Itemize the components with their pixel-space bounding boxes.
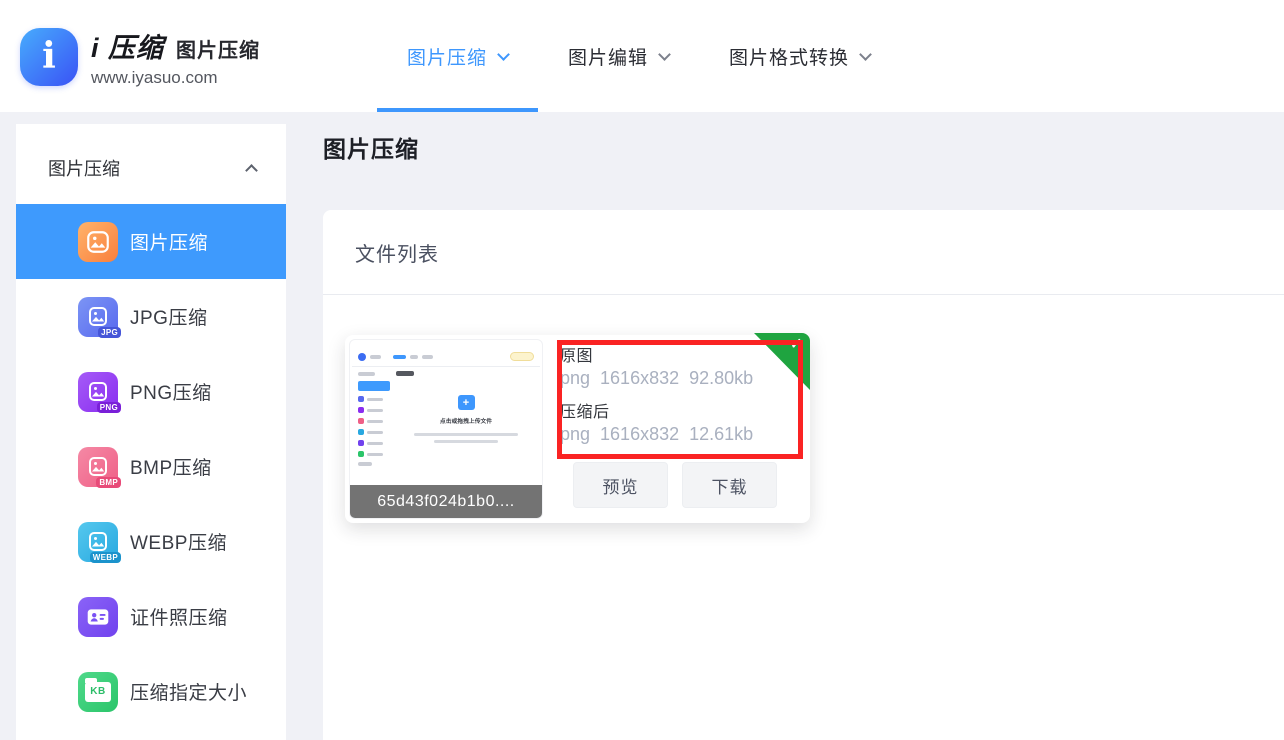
chevron-down-icon xyxy=(658,48,671,61)
chevron-down-icon xyxy=(859,48,872,61)
sidebar-item-label: JPG压缩 xyxy=(130,303,207,330)
sidebar-group-header[interactable]: 图片压缩 xyxy=(16,132,286,204)
mini-logo-icon xyxy=(358,353,366,361)
chevron-down-icon xyxy=(497,48,510,61)
nav-item-label: 图片压缩 xyxy=(407,43,487,70)
sidebar-item-jpg-compress[interactable]: JPG JPG压缩 xyxy=(16,279,286,354)
sidebar-item-label: 证件照压缩 xyxy=(130,603,228,630)
brand-domain: www.iyasuo.com xyxy=(91,68,260,88)
compressed-label: 压缩后 xyxy=(560,398,753,422)
sidebar-item-png-compress[interactable]: PNG PNG压缩 xyxy=(16,354,286,429)
webp-compress-icon: WEBP xyxy=(78,522,118,562)
brand-tagline: 图片压缩 xyxy=(176,34,260,63)
page: i i 压缩 图片压缩 www.iyasuo.com 图片压缩 图片编辑 图片格… xyxy=(0,0,1284,740)
mini-upload-text: 点击或拖拽上传文件 xyxy=(440,416,492,425)
original-info: png 1616x832 92.80kb xyxy=(560,368,753,389)
brand-name: i 压缩 xyxy=(91,26,164,65)
png-badge: PNG xyxy=(97,402,121,413)
brand-logo[interactable]: i i 压缩 图片压缩 www.iyasuo.com xyxy=(20,26,260,88)
sidebar-item-image-compress[interactable]: 图片压缩 xyxy=(16,204,286,279)
file-list-panel: 文件列表 xyxy=(323,210,1284,740)
file-info: 原图 png 1616x832 92.80kb 压缩后 png 1616x832… xyxy=(560,342,753,454)
sidebar-item-label: 图片压缩 xyxy=(130,228,208,255)
nav-item-label: 图片编辑 xyxy=(568,43,648,70)
sidebar-item-webp-compress[interactable]: WEBP WEBP压缩 xyxy=(16,504,286,579)
nav-item-label: 图片格式转换 xyxy=(729,43,849,70)
sidebar-item-label: WEBP压缩 xyxy=(130,528,227,555)
thumbnail-preview: + 点击或拖拽上传文件 xyxy=(352,348,540,480)
kb-folder-icon: KB xyxy=(78,672,118,712)
kb-badge: KB xyxy=(90,686,105,697)
bmp-compress-icon: BMP xyxy=(78,447,118,487)
chevron-up-icon xyxy=(245,164,258,177)
png-compress-icon: PNG xyxy=(78,372,118,412)
id-photo-icon xyxy=(78,597,118,637)
mini-login-button xyxy=(510,352,534,361)
image-compress-icon xyxy=(78,222,118,262)
success-corner-badge: ✓ xyxy=(754,333,810,390)
check-icon: ✓ xyxy=(790,334,803,354)
file-name: 65d43f024b1b0.... xyxy=(350,485,542,518)
mini-upload-plus-icon: + xyxy=(458,395,475,410)
jpg-compress-icon: JPG xyxy=(78,297,118,337)
main-content: 图片压缩 文件列表 xyxy=(323,124,1284,740)
sidebar-item-id-photo-compress[interactable]: 证件照压缩 xyxy=(16,579,286,654)
header: i i 压缩 图片压缩 www.iyasuo.com 图片压缩 图片编辑 图片格… xyxy=(0,0,1284,112)
main-nav: 图片压缩 图片编辑 图片格式转换 xyxy=(377,0,900,112)
logo-icon: i xyxy=(20,28,78,86)
sidebar: 图片压缩 图片压缩 JPG JPG压缩 PNG PNG压缩 xyxy=(16,124,286,740)
download-button[interactable]: 下载 xyxy=(682,462,777,508)
sidebar-item-label: 压缩指定大小 xyxy=(130,678,247,705)
jpg-badge: JPG xyxy=(98,327,121,338)
sidebar-group-title: 图片压缩 xyxy=(48,155,120,181)
file-thumbnail[interactable]: + 点击或拖拽上传文件 65d43f024b1b0.... xyxy=(349,339,543,519)
page-title: 图片压缩 xyxy=(323,130,1284,164)
sidebar-item-compress-to-size[interactable]: KB 压缩指定大小 xyxy=(16,654,286,729)
panel-title: 文件列表 xyxy=(355,238,439,267)
nav-item-image-edit[interactable]: 图片编辑 xyxy=(538,0,699,112)
compressed-info: png 1616x832 12.61kb xyxy=(560,424,753,445)
sidebar-item-bmp-compress[interactable]: BMP BMP压缩 xyxy=(16,429,286,504)
sidebar-item-label: PNG压缩 xyxy=(130,378,212,405)
brand-text: i 压缩 图片压缩 www.iyasuo.com xyxy=(91,26,260,88)
preview-button[interactable]: 预览 xyxy=(573,462,668,508)
logo-letter: i xyxy=(42,38,56,74)
webp-badge: WEBP xyxy=(90,552,121,563)
bmp-badge: BMP xyxy=(96,477,121,488)
sidebar-item-label: BMP压缩 xyxy=(130,453,212,480)
file-card: + 点击或拖拽上传文件 65d43f024b1b0.... ✓ xyxy=(345,335,810,523)
original-label: 原图 xyxy=(560,342,753,366)
nav-item-format-convert[interactable]: 图片格式转换 xyxy=(699,0,900,112)
nav-item-image-compress[interactable]: 图片压缩 xyxy=(377,0,538,112)
